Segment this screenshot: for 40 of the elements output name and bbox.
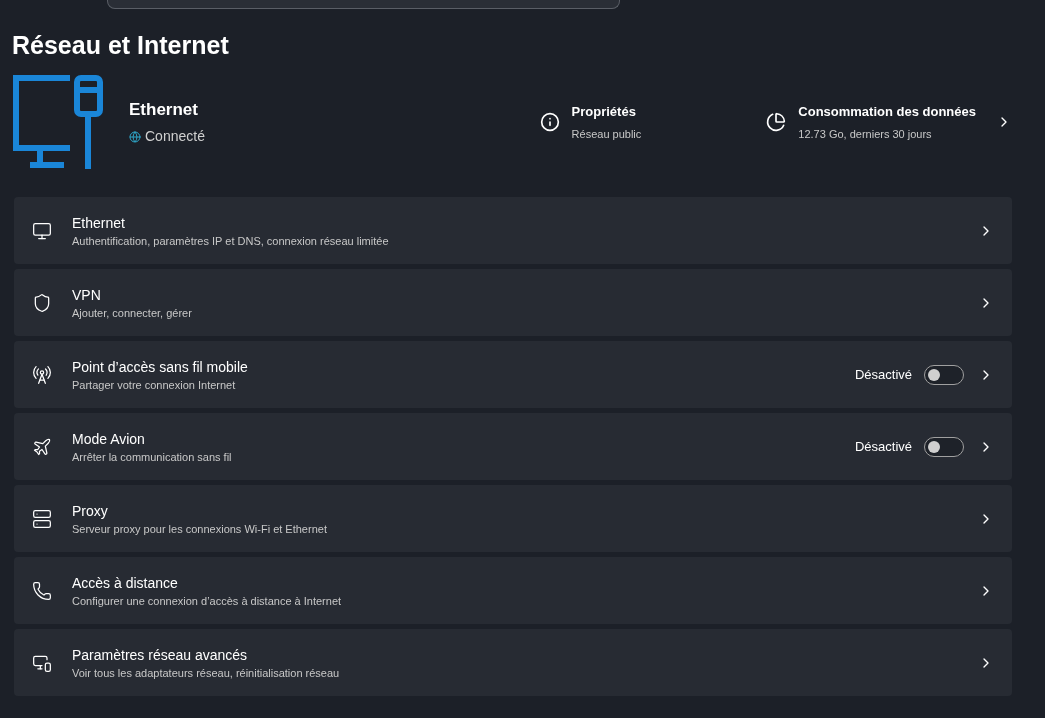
setting-description: Authentification, paramètres IP et DNS, connexion réseau limitée bbox=[72, 233, 390, 249]
settings-row[interactable]: VPN Ajouter, connecter, gérer bbox=[14, 269, 1012, 336]
connection-name: Ethernet bbox=[129, 98, 199, 121]
setting-title: Mode Avion bbox=[72, 429, 146, 449]
setting-title: Accès à distance bbox=[72, 573, 179, 593]
setting-description: Arrêter la communication sans fil bbox=[72, 449, 233, 465]
antenna-icon bbox=[32, 364, 52, 385]
toggle-switch[interactable] bbox=[924, 436, 964, 457]
toggle-switch[interactable] bbox=[924, 364, 964, 385]
setting-description: Voir tous les adaptateurs réseau, réinitialisation réseau bbox=[72, 665, 341, 681]
monitor-icon bbox=[32, 220, 52, 241]
setting-title: Proxy bbox=[72, 501, 109, 521]
airplane-icon bbox=[32, 436, 52, 457]
shield-icon bbox=[32, 292, 52, 313]
setting-description: Configurer une connexion d’accès à distance à Internet bbox=[72, 593, 343, 609]
settings-row[interactable]: Paramètres réseau avancés Voir tous les adaptateurs réseau, réinitialisation réseau bbox=[14, 629, 1012, 696]
settings-row[interactable]: Point d’accès sans fil mobile Partager votre connexion Internet Désactivé bbox=[14, 341, 1012, 408]
settings-row[interactable]: Proxy Serveur proxy pour les connexions Wi-Fi et Ethernet bbox=[14, 485, 1012, 552]
info-icon bbox=[539, 112, 560, 132]
setting-title: Paramètres réseau avancés bbox=[72, 645, 249, 665]
toggle-state-label: Désactivé bbox=[854, 437, 912, 456]
setting-description: Partager votre connexion Internet bbox=[72, 377, 237, 393]
pie-chart-icon bbox=[766, 112, 787, 132]
connection-status: Connecté bbox=[145, 127, 205, 147]
server-icon bbox=[32, 508, 52, 529]
data-usage-button[interactable]: Consommation des données 12.73 Go, derniers 30 jours bbox=[766, 102, 1012, 142]
setting-title: Point d’accès sans fil mobile bbox=[72, 357, 249, 377]
settings-row[interactable]: Accès à distance Configurer une connexion d’accès à distance à Internet bbox=[14, 557, 1012, 624]
phone-icon bbox=[32, 580, 52, 601]
setting-title: Ethernet bbox=[72, 213, 126, 233]
properties-button[interactable]: Propriétés Réseau public bbox=[539, 102, 642, 142]
settings-row[interactable]: Mode Avion Arrêter la communication sans fil Désactivé bbox=[14, 413, 1012, 480]
settings-row[interactable]: Ethernet Authentification, paramètres IP et DNS, connexion réseau limitée bbox=[14, 197, 1012, 264]
page-title: Réseau et Internet bbox=[12, 30, 230, 61]
setting-description: Ajouter, connecter, gérer bbox=[72, 305, 193, 321]
setting-title: VPN bbox=[72, 285, 102, 305]
setting-description: Serveur proxy pour les connexions Wi-Fi et Ethernet bbox=[72, 521, 328, 537]
toggle-state-label: Désactivé bbox=[854, 365, 912, 384]
globe-icon bbox=[129, 130, 141, 143]
search-field[interactable] bbox=[107, 0, 620, 9]
